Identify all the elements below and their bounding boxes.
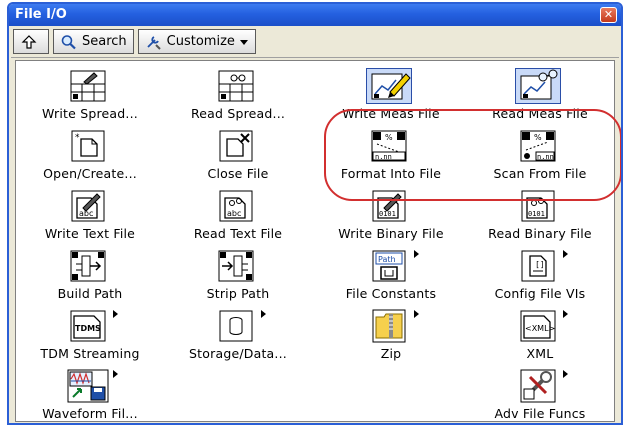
path-text: Path xyxy=(378,255,396,264)
palette-item-label: Adv File Funcs xyxy=(494,406,586,421)
xml-text: <XML> xyxy=(525,324,555,333)
palette-item-label: Waveform Fil... xyxy=(42,406,138,421)
function-palette-grid: Write Spread... Read Spread... Write Mea… xyxy=(15,60,621,423)
palette-item-label: Write Text File xyxy=(44,226,136,241)
palette-item-label: Storage/Data... xyxy=(189,346,287,361)
palette-item-read-spreadsheet[interactable]: Read Spread... xyxy=(164,69,312,131)
close-file-icon xyxy=(216,129,256,163)
submenu-arrow-icon xyxy=(414,250,419,258)
build-path-icon xyxy=(68,249,108,283)
submenu-arrow-icon xyxy=(563,250,568,258)
tdms-icon: TDMS xyxy=(68,309,108,343)
binary-text: 0101 xyxy=(528,210,545,218)
up-arrow-icon xyxy=(21,34,37,49)
palette-item-label: Build Path xyxy=(57,286,123,301)
palette-item-file-constants[interactable]: Path File Constants xyxy=(317,249,465,311)
palette-item-write-text-file[interactable]: abc Write Text File xyxy=(16,189,164,251)
binary-text: 0101 xyxy=(379,210,396,218)
read-text-file-icon: abc xyxy=(216,189,256,223)
palette-item-label: Config File VIs xyxy=(494,286,586,301)
submenu-arrow-icon xyxy=(113,310,118,318)
palette-item-label: Read Spread... xyxy=(190,106,286,121)
palette-item-storage-data[interactable]: Storage/Data... xyxy=(164,309,312,371)
write-meas-file-icon xyxy=(365,68,413,104)
palette-toolbar: Search Customize xyxy=(13,29,256,55)
window-titlebar[interactable]: File I/O ✕ xyxy=(9,4,621,26)
svg-text:[]: [] xyxy=(535,260,545,269)
customize-tools-icon xyxy=(147,35,161,50)
window-title: File I/O xyxy=(15,7,67,22)
svg-text:*: * xyxy=(75,133,80,143)
tdms-text: TDMS xyxy=(75,324,101,333)
submenu-arrow-icon xyxy=(563,370,568,378)
strip-path-icon xyxy=(216,249,256,283)
palette-item-label: TDM Streaming xyxy=(40,346,140,361)
spreadsheet-write-icon xyxy=(68,69,108,103)
customize-button[interactable]: Customize xyxy=(137,29,256,54)
palette-item-xml[interactable]: <XML> XML xyxy=(466,309,614,371)
palette-item-strip-path[interactable]: Strip Path xyxy=(164,249,312,311)
search-icon xyxy=(61,34,76,49)
palette-item-label: Zip xyxy=(380,346,402,361)
abc-text: abc xyxy=(79,209,93,218)
search-label: Search xyxy=(82,34,127,49)
storage-icon xyxy=(216,309,256,343)
palette-item-label: Read Text File xyxy=(193,226,283,241)
file-io-palette-window: File I/O ✕ Search Customize Write Spread… xyxy=(7,2,623,425)
palette-item-label: Write Spread... xyxy=(42,106,138,121)
palette-item-config-file-vis[interactable]: [] Config File VIs xyxy=(466,249,614,311)
palette-item-read-text-file[interactable]: abc Read Text File xyxy=(164,189,312,251)
zip-folder-icon xyxy=(369,309,409,343)
abc-text: abc xyxy=(227,209,241,218)
palette-item-close-file[interactable]: Close File xyxy=(164,129,312,191)
submenu-arrow-icon xyxy=(113,370,118,378)
palette-item-tdm-streaming[interactable]: TDMS TDM Streaming xyxy=(16,309,164,371)
adv-file-funcs-icon xyxy=(518,369,558,403)
highlight-annotation xyxy=(324,109,621,201)
palette-item-adv-file-funcs[interactable]: Adv File Funcs xyxy=(466,369,614,423)
close-button[interactable]: ✕ xyxy=(600,7,617,23)
config-file-icon: [] xyxy=(518,249,558,283)
palette-item-waveform-file[interactable]: Waveform Fil... xyxy=(16,369,164,423)
palette-item-label: Write Binary File xyxy=(338,226,444,241)
read-meas-file-icon xyxy=(514,68,562,104)
submenu-arrow-icon xyxy=(261,310,266,318)
palette-item-label: File Constants xyxy=(345,286,437,301)
submenu-arrow-icon xyxy=(414,310,419,318)
xml-icon: <XML> xyxy=(518,309,558,343)
search-button[interactable]: Search xyxy=(53,29,134,54)
palette-item-zip[interactable]: Zip xyxy=(317,309,465,371)
palette-item-label: Open/Create... xyxy=(43,166,137,181)
up-button[interactable] xyxy=(13,29,49,54)
palette-item-open-create[interactable]: * Open/Create... xyxy=(16,129,164,191)
waveform-file-icon xyxy=(66,369,110,403)
palette-item-build-path[interactable]: Build Path xyxy=(16,249,164,311)
dropdown-arrow-icon xyxy=(239,39,248,45)
close-icon: ✕ xyxy=(603,8,614,21)
palette-item-label: XML xyxy=(526,346,554,361)
customize-label: Customize xyxy=(166,34,235,49)
file-constants-icon: Path xyxy=(369,249,409,283)
submenu-arrow-icon xyxy=(563,310,568,318)
palette-item-label: Read Binary File xyxy=(488,226,592,241)
palette-item-write-spreadsheet[interactable]: Write Spread... xyxy=(16,69,164,131)
write-text-file-icon: abc xyxy=(68,189,108,223)
toolbar-divider xyxy=(11,57,619,58)
spreadsheet-read-icon xyxy=(216,69,256,103)
palette-item-label: Strip Path xyxy=(206,286,270,301)
palette-item-label: Close File xyxy=(207,166,269,181)
open-create-file-icon: * xyxy=(68,129,108,163)
